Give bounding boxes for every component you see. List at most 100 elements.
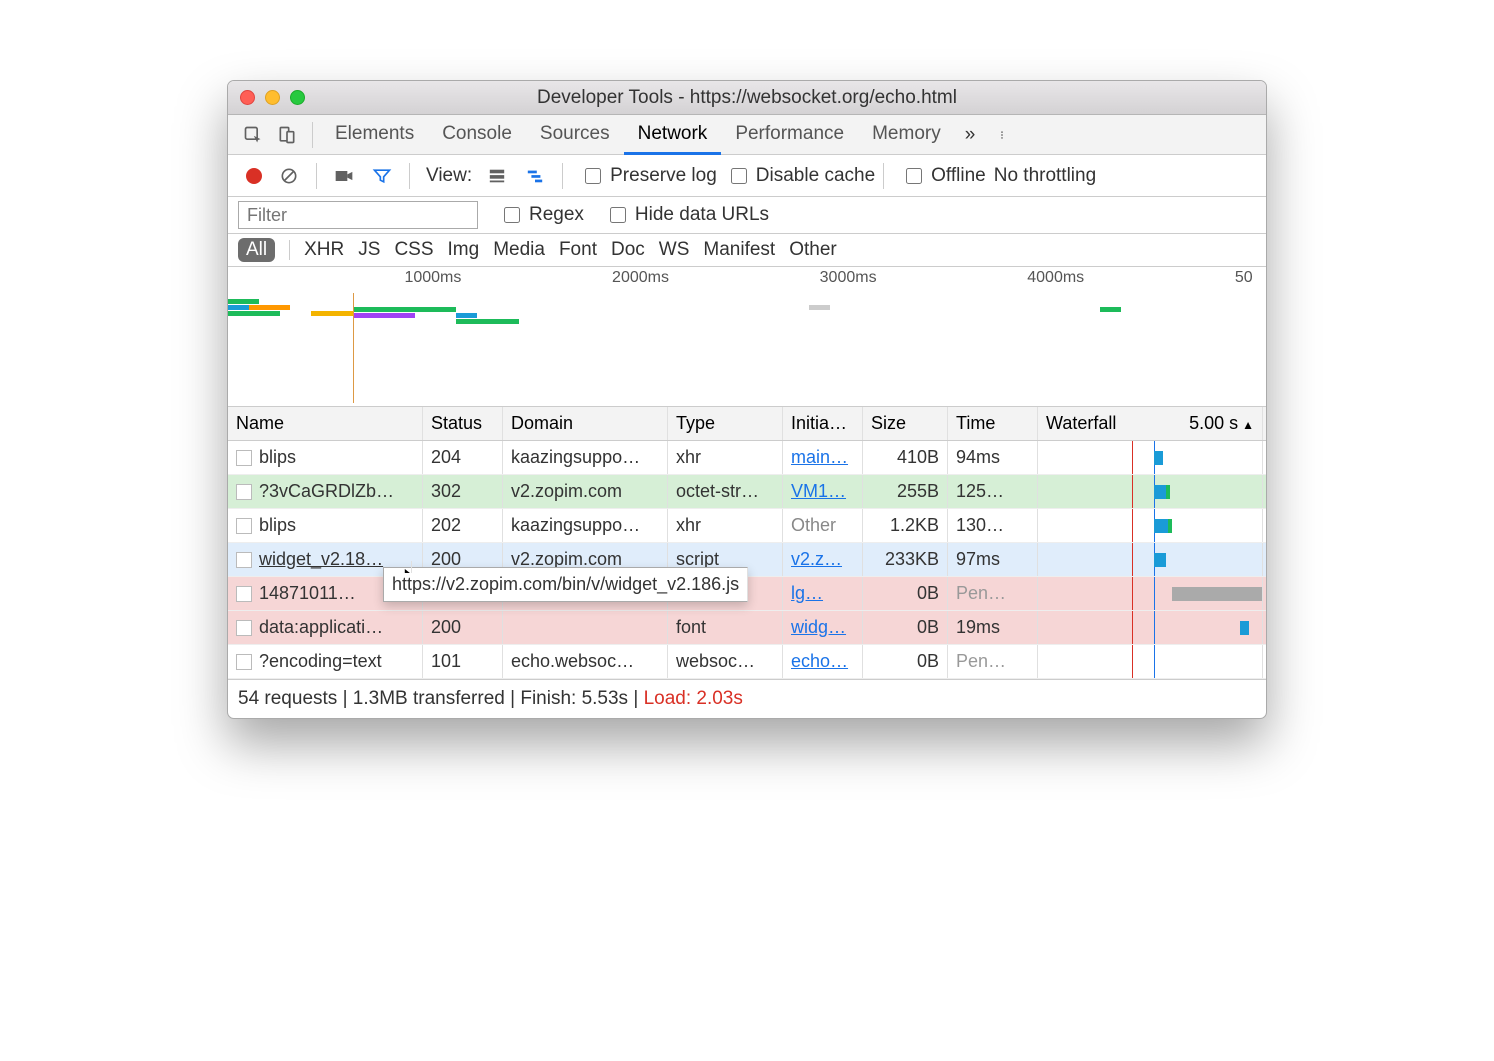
initiator-cell[interactable]: VM1… xyxy=(783,475,863,508)
time-cell: 130… xyxy=(948,509,1038,542)
type-filter-manifest[interactable]: Manifest xyxy=(703,239,775,261)
type-filter-css[interactable]: CSS xyxy=(394,239,433,261)
domain-cell: v2.zopim.com xyxy=(503,475,668,508)
table-row[interactable]: ?3vCaGRDlZb… 302v2.zopim.comoctet-str…VM1… xyxy=(228,475,1266,509)
divider xyxy=(409,163,410,189)
file-icon xyxy=(236,586,252,602)
request-name: ?encoding=text xyxy=(259,651,382,672)
waterfall-icon[interactable] xyxy=(524,165,546,187)
type-filter-all[interactable]: All xyxy=(238,238,275,262)
devtools-tabbar: ElementsConsoleSourcesNetworkPerformance… xyxy=(228,115,1266,155)
timeline-tracks xyxy=(228,293,1266,403)
devtools-window: Developer Tools - https://websocket.org/… xyxy=(227,80,1267,719)
timeline-scrubber[interactable] xyxy=(353,293,354,403)
table-row[interactable]: data:applicati…200fontwidg…0B19ms xyxy=(228,611,1266,645)
type-filter-xhr[interactable]: XHR xyxy=(304,239,344,261)
kebab-icon[interactable] xyxy=(991,124,1013,146)
column-header-domain[interactable]: Domain xyxy=(503,407,668,440)
divider xyxy=(312,122,313,148)
table-row[interactable]: blips202kaazingsuppo…xhrOther1.2KB130… xyxy=(228,509,1266,543)
throttling-select[interactable]: No throttling xyxy=(994,165,1096,187)
initiator-cell[interactable]: v2.z… xyxy=(783,543,863,576)
divider xyxy=(883,163,884,189)
initiator-cell[interactable]: widg… xyxy=(783,611,863,644)
camera-icon[interactable] xyxy=(333,165,355,187)
tab-memory[interactable]: Memory xyxy=(858,115,955,155)
zoom-window-button[interactable] xyxy=(290,90,305,105)
time-cell: 19ms xyxy=(948,611,1038,644)
column-header-initia[interactable]: Initia… xyxy=(783,407,863,440)
device-toggle-icon[interactable] xyxy=(276,124,298,146)
offline-checkbox[interactable]: Offline xyxy=(902,165,986,187)
tab-console[interactable]: Console xyxy=(428,115,526,155)
column-header-waterfall[interactable]: Waterfall5.00 s▲ xyxy=(1038,407,1263,440)
minimize-window-button[interactable] xyxy=(265,90,280,105)
size-cell: 255B xyxy=(863,475,948,508)
view-label: View: xyxy=(426,165,472,187)
file-icon xyxy=(236,552,252,568)
load-time: Load: 2.03s xyxy=(644,688,743,709)
record-icon xyxy=(246,168,262,184)
request-name: ?3vCaGRDlZb… xyxy=(259,481,394,502)
large-rows-icon[interactable] xyxy=(486,165,508,187)
tab-network[interactable]: Network xyxy=(624,115,722,155)
initiator-cell[interactable]: lg… xyxy=(783,577,863,610)
network-table: NameStatusDomainTypeInitia…SizeTimeWater… xyxy=(228,407,1266,679)
type-filter-ws[interactable]: WS xyxy=(659,239,690,261)
column-header-name[interactable]: Name xyxy=(228,407,423,440)
type-filter-js[interactable]: JS xyxy=(358,239,380,261)
close-window-button[interactable] xyxy=(240,90,255,105)
type-filter-other[interactable]: Other xyxy=(789,239,837,261)
column-header-type[interactable]: Type xyxy=(668,407,783,440)
disable-cache-label: Disable cache xyxy=(756,165,875,187)
request-name: blips xyxy=(259,447,296,468)
preserve-log-checkbox[interactable]: Preserve log xyxy=(581,165,717,187)
column-header-time[interactable]: Time xyxy=(948,407,1038,440)
time-cell: 94ms xyxy=(948,441,1038,474)
type-filter-doc[interactable]: Doc xyxy=(611,239,645,261)
type-filter-font[interactable]: Font xyxy=(559,239,597,261)
tab-elements[interactable]: Elements xyxy=(321,115,428,155)
table-row[interactable]: blips204kaazingsuppo…xhrmain…410B94ms xyxy=(228,441,1266,475)
type-filter-media[interactable]: Media xyxy=(493,239,545,261)
hide-data-urls-checkbox[interactable]: Hide data URLs xyxy=(606,204,769,226)
divider xyxy=(289,240,290,260)
type-cell: octet-str… xyxy=(668,475,783,508)
request-name: data:applicati… xyxy=(259,617,383,638)
record-button[interactable] xyxy=(246,168,262,184)
initiator-cell: Other xyxy=(783,509,863,542)
waterfall-cell xyxy=(1038,509,1263,542)
initiator-cell[interactable]: echo… xyxy=(783,645,863,678)
time-cell: 125… xyxy=(948,475,1038,508)
type-cell: xhr xyxy=(668,441,783,474)
file-icon xyxy=(236,654,252,670)
table-row[interactable]: ?encoding=text101echo.websoc…websoc…echo… xyxy=(228,645,1266,679)
table-row[interactable]: widget_v2.18…200v2.zopim.comscriptv2.z…2… xyxy=(228,543,1266,577)
status-cell: 302 xyxy=(423,475,503,508)
file-icon xyxy=(236,620,252,636)
filter-icon[interactable] xyxy=(371,165,393,187)
tab-sources[interactable]: Sources xyxy=(526,115,624,155)
time-cell: Pen… xyxy=(948,645,1038,678)
column-header-size[interactable]: Size xyxy=(863,407,948,440)
inspect-icon[interactable] xyxy=(242,124,264,146)
waterfall-cell xyxy=(1038,475,1263,508)
clear-icon[interactable] xyxy=(278,165,300,187)
overview-timeline[interactable]: 1000ms2000ms3000ms4000ms50 xyxy=(228,267,1266,407)
waterfall-cell xyxy=(1038,645,1263,678)
summary-text: 54 requests | 1.3MB transferred | Finish… xyxy=(238,688,644,709)
type-filter-img[interactable]: Img xyxy=(448,239,480,261)
initiator-cell[interactable]: main… xyxy=(783,441,863,474)
size-cell: 233KB xyxy=(863,543,948,576)
column-header-status[interactable]: Status xyxy=(423,407,503,440)
waterfall-cell xyxy=(1038,543,1263,576)
timeline-tick: 1000ms xyxy=(404,269,461,287)
regex-checkbox[interactable]: Regex xyxy=(500,204,584,226)
filter-input[interactable] xyxy=(238,201,478,229)
disable-cache-checkbox[interactable]: Disable cache xyxy=(727,165,875,187)
request-name: blips xyxy=(259,515,296,536)
type-cell: websoc… xyxy=(668,645,783,678)
tab-performance[interactable]: Performance xyxy=(721,115,858,155)
more-tabs-button[interactable]: » xyxy=(955,124,986,146)
network-toolbar: View: Preserve log Disable cache Offline… xyxy=(228,155,1266,197)
